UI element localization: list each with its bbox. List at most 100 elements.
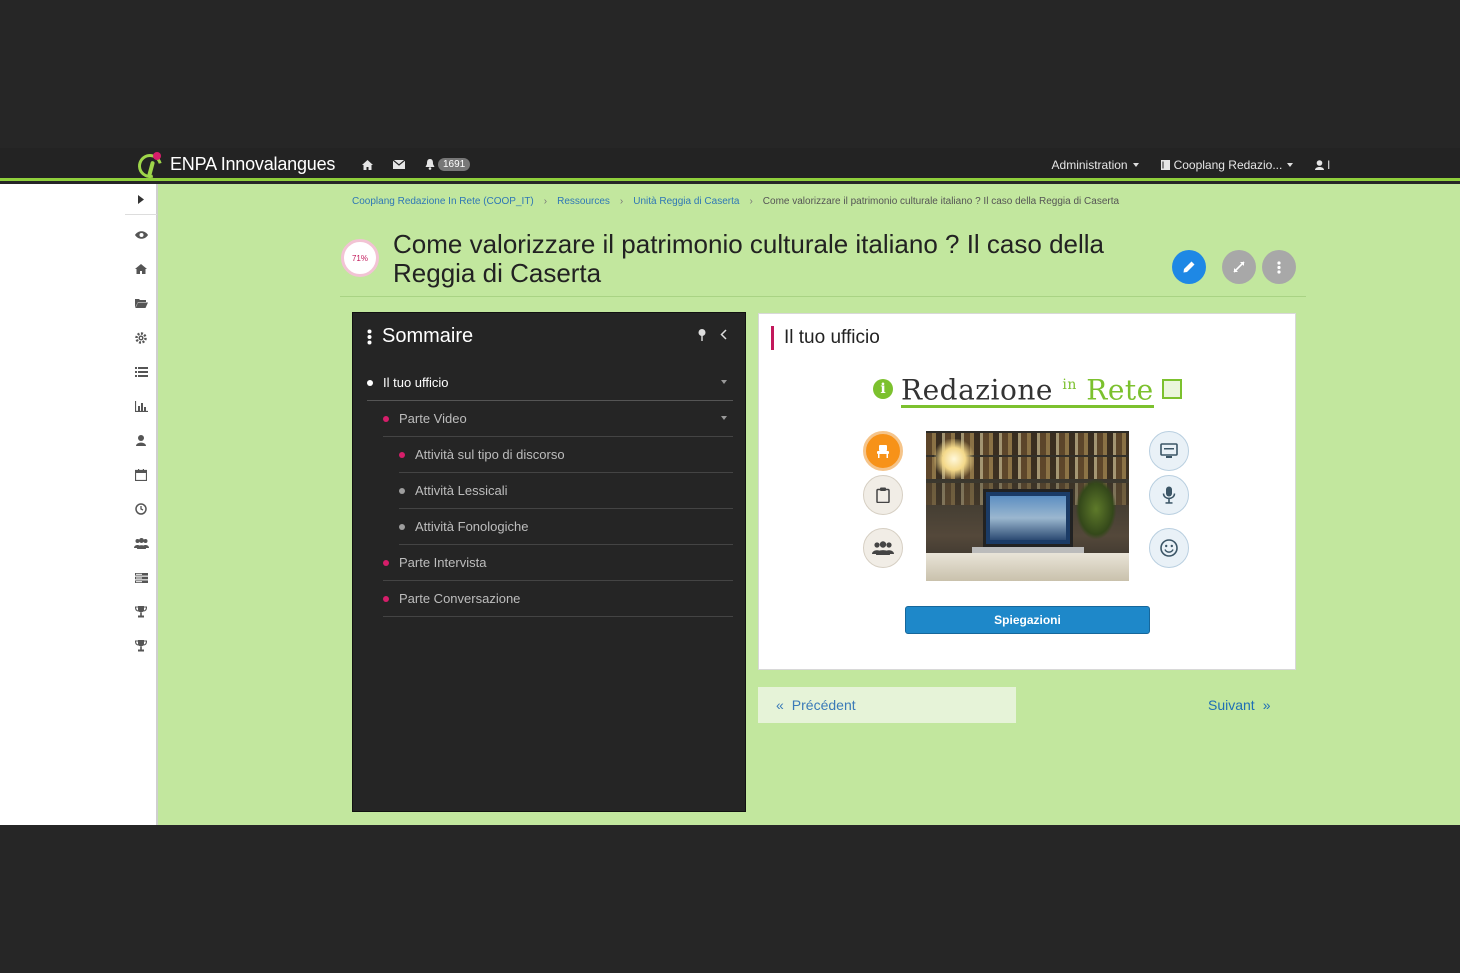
- brand-name: ENPA Innovalangues: [170, 154, 336, 174]
- previous-label: Précédent: [791, 697, 856, 713]
- fullscreen-button[interactable]: [1222, 250, 1256, 284]
- summary-item[interactable]: Parte Intervista: [383, 545, 733, 581]
- eye-icon[interactable]: [125, 226, 157, 244]
- brand[interactable]: ENPA Innovalangues: [133, 148, 336, 182]
- letterbox-top: [0, 0, 1460, 148]
- breadcrumb-item-current: Come valorizzare il patrimonio culturale…: [762, 196, 1120, 207]
- home-icon[interactable]: [125, 260, 157, 278]
- summary-item-label: Il tuo ufficio: [383, 375, 449, 390]
- logo-text: Redazione in Rete: [901, 370, 1154, 409]
- summary-item[interactable]: Attività sul tipo di discorso: [399, 437, 733, 473]
- bullet-icon: [399, 523, 405, 530]
- breadcrumb-item-unit[interactable]: Unità Reggia di Caserta: [633, 196, 739, 207]
- office-photo: [926, 431, 1129, 581]
- folder-open-icon[interactable]: [125, 294, 157, 312]
- bullet-icon: [399, 451, 405, 458]
- user-menu[interactable]: l: [1315, 158, 1330, 172]
- sidebar-divider: [125, 214, 157, 215]
- summary-item-label: Attività sul tipo di discorso: [415, 447, 565, 462]
- users-group-icon[interactable]: [863, 528, 903, 568]
- home-icon[interactable]: [362, 159, 373, 170]
- summary-item[interactable]: Parte Conversazione: [383, 581, 733, 617]
- chevron-down-icon[interactable]: [721, 380, 727, 384]
- breadcrumb-separator: ›: [543, 196, 548, 207]
- content-card: Il tuo ufficio i Redazione in Rete Spieg…: [758, 313, 1296, 670]
- bullet-icon: [383, 595, 389, 602]
- content-heading: Il tuo ufficio: [771, 326, 880, 350]
- main-content: Cooplang Redazione In Rete (COOP_IT) › R…: [158, 184, 1460, 825]
- notification-count-badge: 1691: [438, 158, 471, 171]
- envelope-icon[interactable]: [393, 160, 405, 169]
- clock-icon[interactable]: [125, 500, 157, 518]
- nav-right: Administration Cooplang Redazio... l: [1052, 148, 1330, 181]
- chevron-down-icon[interactable]: [721, 416, 727, 420]
- double-chevron-left-icon: «: [776, 697, 784, 713]
- summary-header: Sommaire: [367, 325, 473, 348]
- summary-item[interactable]: Il tuo ufficio: [367, 365, 733, 401]
- users-group-icon[interactable]: [125, 534, 157, 552]
- next-label: Suivant: [1208, 697, 1255, 713]
- calendar-icon[interactable]: [125, 466, 157, 484]
- summary-item[interactable]: Parte Video: [383, 401, 733, 437]
- administration-menu[interactable]: Administration: [1052, 158, 1139, 172]
- summary-title: Sommaire: [382, 325, 474, 347]
- sidebar-expand-icon[interactable]: [125, 190, 157, 208]
- summary-panel: Sommaire Il tuo ufficio Parte Video Atti…: [352, 312, 746, 812]
- brand-logo-icon: [133, 149, 167, 182]
- more-options-button[interactable]: [1262, 250, 1296, 284]
- summary-item[interactable]: Attività Fonologiche: [399, 509, 733, 545]
- explanations-button[interactable]: Spiegazioni: [905, 606, 1150, 634]
- workspace-menu[interactable]: Cooplang Redazio...: [1160, 158, 1294, 172]
- trophy-icon[interactable]: [125, 637, 157, 655]
- screen: ENPA Innovalangues 1691 Administration C…: [0, 0, 1460, 973]
- chevron-down-icon: [1287, 163, 1294, 168]
- summary-tools: [698, 329, 727, 341]
- user-icon[interactable]: [125, 431, 157, 449]
- logo-image-icon: [1161, 379, 1182, 400]
- monitor-icon[interactable]: [1149, 431, 1189, 471]
- progress-indicator: 71%: [341, 239, 379, 277]
- summary-item-label: Parte Conversazione: [399, 591, 521, 606]
- notifications-bell-icon[interactable]: 1691: [425, 158, 471, 171]
- top-navbar: ENPA Innovalangues 1691 Administration C…: [0, 148, 1460, 182]
- server-list-icon[interactable]: [125, 569, 157, 587]
- list-icon[interactable]: [125, 363, 157, 381]
- pencil-icon: [1183, 261, 1195, 273]
- vertical-dots-icon: [1277, 260, 1281, 274]
- breadcrumb-separator: ›: [749, 196, 753, 207]
- bar-chart-icon[interactable]: [125, 397, 157, 415]
- book-icon: [1160, 159, 1170, 170]
- next-button[interactable]: Suivant »: [1208, 687, 1271, 723]
- trophy-icon[interactable]: [125, 603, 157, 621]
- redazione-logo: i Redazione in Rete: [873, 370, 1182, 409]
- summary-item-label: Parte Video: [399, 411, 467, 426]
- info-icon[interactable]: i: [873, 379, 893, 400]
- breadcrumb-separator: ›: [619, 196, 624, 207]
- bullet-icon: [399, 487, 405, 494]
- chair-icon[interactable]: [863, 431, 903, 471]
- pin-icon[interactable]: [698, 329, 706, 341]
- chevron-down-icon: [1132, 163, 1139, 168]
- bullet-icon: [383, 415, 389, 422]
- microphone-icon[interactable]: [1149, 475, 1189, 515]
- gear-icon[interactable]: [125, 329, 157, 347]
- summary-item[interactable]: Attività Lessicali: [399, 473, 733, 509]
- user-icon: [1315, 159, 1325, 170]
- expand-icon: [1233, 261, 1245, 273]
- vertical-dots-icon: [367, 329, 372, 344]
- breadcrumb-item-resources[interactable]: Ressources: [557, 196, 610, 207]
- summary-item-label: Parte Intervista: [399, 555, 487, 570]
- letterbox-bottom: [0, 825, 1460, 973]
- clipboard-icon[interactable]: [863, 475, 903, 515]
- nav-icons: 1691: [362, 148, 471, 181]
- summary-item-label: Attività Fonologiche: [415, 519, 529, 534]
- page-title: Come valorizzare il patrimonio culturale…: [393, 229, 1105, 288]
- edit-button[interactable]: [1172, 250, 1206, 284]
- previous-button[interactable]: « Précédent: [758, 687, 1016, 723]
- bullet-icon: [383, 559, 389, 566]
- left-sidebar: [0, 184, 158, 825]
- summary-item-label: Attività Lessicali: [415, 483, 508, 498]
- breadcrumb-item-workspace[interactable]: Cooplang Redazione In Rete (COOP_IT): [352, 196, 534, 207]
- collapse-panel-icon[interactable]: [720, 329, 727, 340]
- smiley-icon[interactable]: [1149, 528, 1189, 568]
